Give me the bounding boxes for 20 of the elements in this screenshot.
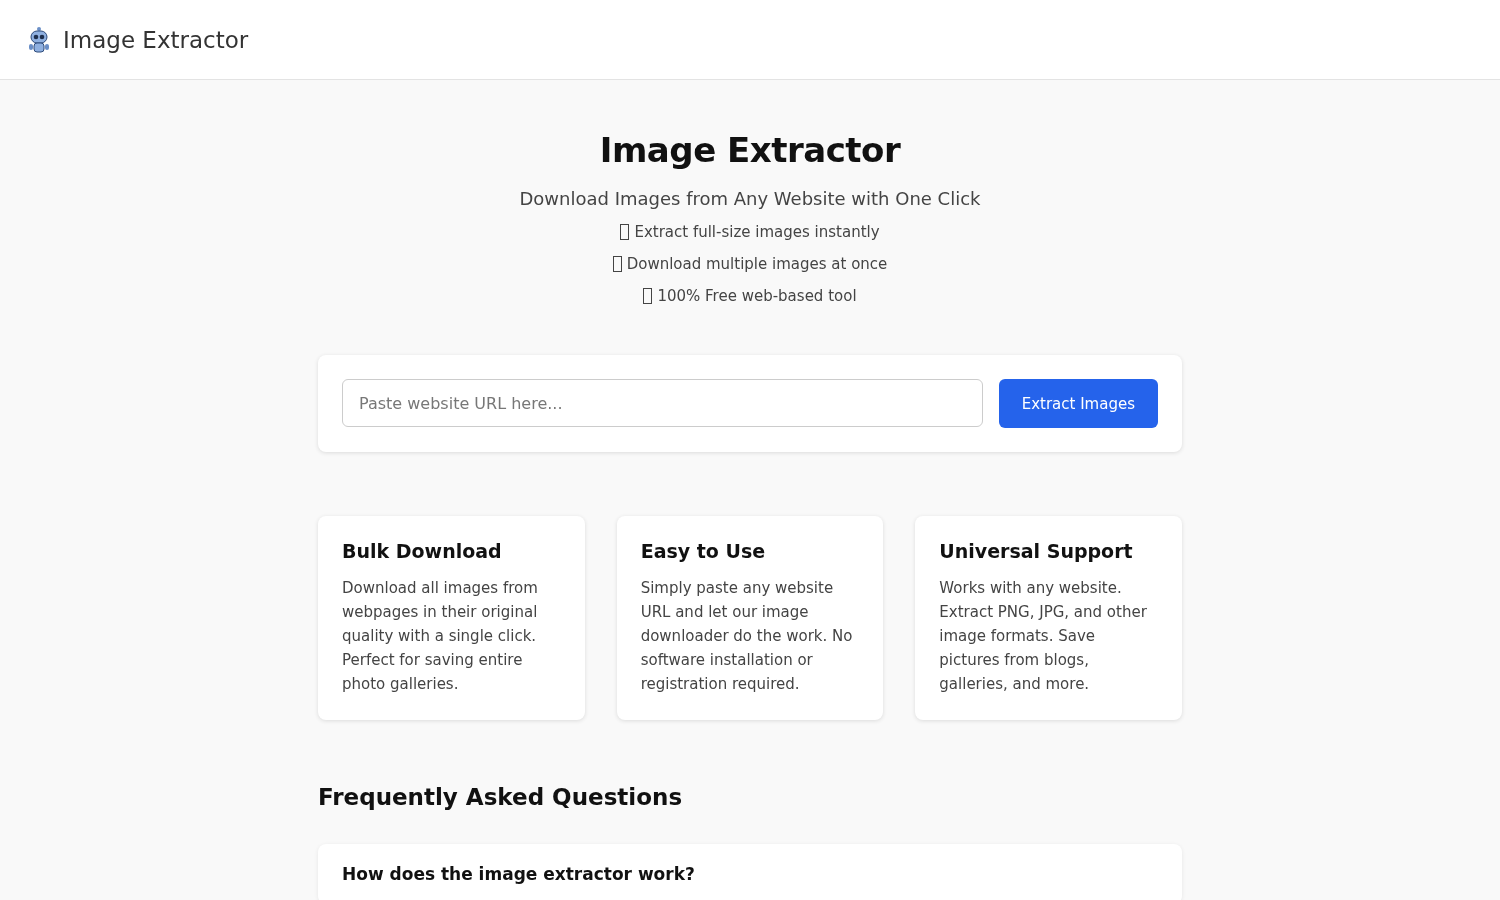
faq-question[interactable]: How does the image extractor work? [342, 864, 1158, 884]
card-text: Simply paste any website URL and let our image downloader do the work. No software installation or registration required. [640, 578, 854, 695]
card-text: Works with any website. Extract PNG, JPG, and other image formats. Save pictures from blogs, galleries, and more. [939, 578, 1148, 695]
subtitle: Download Images from Any Website with One Click [519, 188, 981, 209]
card-text: Download all images from webpages in their original quality with a single click. Perfect for saving entire photo galleries. [342, 578, 539, 695]
card-title: Universal Support [939, 540, 1134, 562]
missing-glyph-icon [643, 288, 653, 304]
card-title: Easy to Use [640, 540, 767, 562]
missing-glyph-icon [620, 224, 630, 240]
feature-text: Extract full-size images instantly [634, 223, 880, 241]
feature-text: 100% Free web-based tool [657, 287, 857, 305]
extract-button[interactable]: Extract Images [998, 379, 1158, 428]
feature-text: Download multiple images at once [626, 255, 888, 273]
faq-heading: Frequently Asked Questions [318, 784, 683, 810]
card-title: Bulk Download [342, 540, 503, 562]
page-title: Image Extractor [599, 130, 901, 170]
robot-icon [27, 25, 51, 54]
site-title[interactable]: Image Extractor [63, 26, 249, 53]
missing-glyph-icon [612, 256, 622, 272]
url-input-field[interactable]: Paste website URL here... [342, 379, 983, 427]
